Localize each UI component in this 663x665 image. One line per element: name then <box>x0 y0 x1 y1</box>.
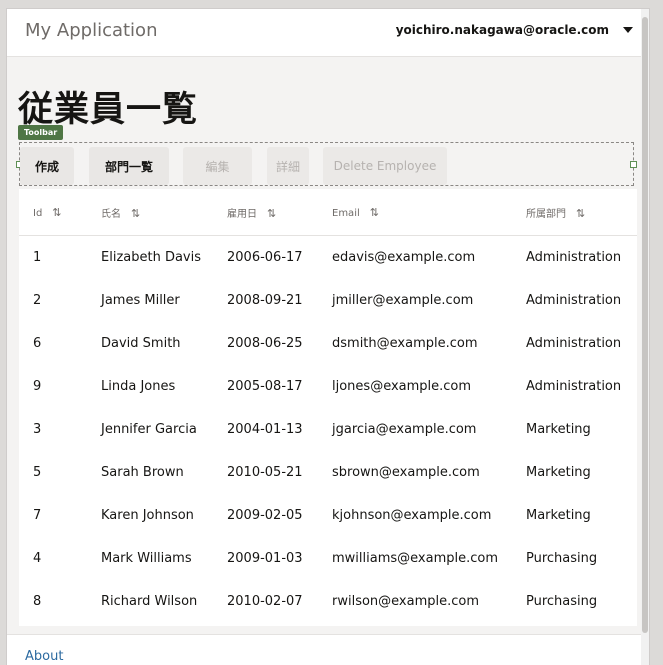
column-header-department[interactable]: 所属部門 ⇅ <box>526 189 637 236</box>
user-email: yoichiro.nakagawa@oracle.com <box>395 23 609 37</box>
cell-name: Mark Williams <box>101 551 192 566</box>
cell-name: James Miller <box>101 293 180 308</box>
column-header-label: Id <box>33 207 43 219</box>
toolbar: 作成 部門一覧 編集 詳細 Delete Employee <box>16 142 637 186</box>
cell-hire-date: 2010-02-07 <box>227 594 303 609</box>
cell-name: Richard Wilson <box>101 594 198 609</box>
column-header-name[interactable]: 氏名 ⇅ <box>101 189 227 236</box>
cell-email: rwilson@example.com <box>332 594 480 609</box>
employee-table: Id ⇅ 氏名 ⇅ 雇用日 ⇅ Email ⇅ 所属部門 ⇅ 1 Elizabeth Da… <box>19 189 637 626</box>
table-row[interactable]: 2 James Miller 2008-09-21 jmiller@exampl… <box>19 279 637 322</box>
resize-handle-right[interactable] <box>630 161 637 168</box>
cell-department: Administration <box>526 293 622 308</box>
sort-arrows-icon[interactable]: ⇅ <box>52 206 61 219</box>
app-title: My Application <box>25 20 158 41</box>
details-button[interactable]: 詳細 <box>267 147 309 185</box>
cell-email: edavis@example.com <box>332 250 476 265</box>
cell-department: Purchasing <box>526 594 598 609</box>
sort-arrows-icon[interactable]: ⇅ <box>267 207 276 220</box>
user-menu[interactable]: yoichiro.nakagawa@oracle.com <box>396 23 633 37</box>
column-header-label: 所属部門 <box>526 208 566 220</box>
table-row[interactable]: 5 Sarah Brown 2010-05-21 sbrown@example.… <box>19 451 637 494</box>
cell-id: 1 <box>33 250 42 265</box>
cell-hire-date: 2004-01-13 <box>227 422 303 437</box>
column-header-id[interactable]: Id ⇅ <box>19 189 101 236</box>
sort-arrows-icon[interactable]: ⇅ <box>131 207 140 220</box>
cell-name: Karen Johnson <box>101 508 194 523</box>
cell-hire-date: 2008-09-21 <box>227 293 303 308</box>
cell-email: dsmith@example.com <box>332 336 478 351</box>
cell-hire-date: 2009-02-05 <box>227 508 303 523</box>
table-row[interactable]: 3 Jennifer Garcia 2004-01-13 jgarcia@exa… <box>19 408 637 451</box>
table-row[interactable]: 6 David Smith 2008-06-25 dsmith@example.… <box>19 322 637 365</box>
cell-department: Purchasing <box>526 551 598 566</box>
app-footer: About <box>7 634 649 665</box>
column-header-label: Email <box>332 207 360 219</box>
cell-hire-date: 2009-01-03 <box>227 551 303 566</box>
table-row[interactable]: 7 Karen Johnson 2009-02-05 kjohnson@exam… <box>19 494 637 537</box>
cell-id: 7 <box>33 508 42 523</box>
cell-email: mwilliams@example.com <box>332 551 498 566</box>
scrollbar-thumb[interactable] <box>642 17 648 633</box>
column-header-email[interactable]: Email ⇅ <box>332 189 526 236</box>
cell-hire-date: 2010-05-21 <box>227 465 303 480</box>
cell-id: 4 <box>33 551 42 566</box>
sort-arrows-icon[interactable]: ⇅ <box>576 207 585 220</box>
create-button[interactable]: 作成 <box>20 147 74 185</box>
cell-email: jgarcia@example.com <box>332 422 477 437</box>
cell-department: Administration <box>526 250 622 265</box>
column-header-label: 雇用日 <box>227 208 257 220</box>
table-row[interactable]: 8 Richard Wilson 2010-02-07 rwilson@exam… <box>19 580 637 623</box>
column-header-label: 氏名 <box>101 208 121 220</box>
cell-hire-date: 2005-08-17 <box>227 379 303 394</box>
cell-email: sbrown@example.com <box>332 465 480 480</box>
table-row[interactable]: 1 Elizabeth Davis 2006-06-17 edavis@exam… <box>19 236 637 280</box>
cell-id: 6 <box>33 336 42 351</box>
cell-name: Linda Jones <box>101 379 176 394</box>
departments-button[interactable]: 部門一覧 <box>89 147 169 185</box>
toolbar-tag: Toolbar <box>18 125 64 140</box>
cell-department: Marketing <box>526 465 591 480</box>
cell-department: Marketing <box>526 422 591 437</box>
delete-employee-button[interactable]: Delete Employee <box>323 147 447 185</box>
cell-id: 8 <box>33 594 42 609</box>
column-header-hire-date[interactable]: 雇用日 ⇅ <box>227 189 332 236</box>
cell-id: 3 <box>33 422 42 437</box>
cell-hire-date: 2006-06-17 <box>227 250 303 265</box>
cell-id: 5 <box>33 465 42 480</box>
about-link[interactable]: About <box>25 649 63 664</box>
cell-department: Administration <box>526 336 622 351</box>
cell-email: ljones@example.com <box>332 379 472 394</box>
cell-email: jmiller@example.com <box>332 293 474 308</box>
cell-hire-date: 2008-06-25 <box>227 336 303 351</box>
cell-department: Marketing <box>526 508 591 523</box>
chevron-down-icon[interactable] <box>623 27 633 33</box>
sort-arrows-icon[interactable]: ⇅ <box>370 206 379 219</box>
cell-name: Sarah Brown <box>101 465 184 480</box>
cell-name: Elizabeth Davis <box>101 250 202 265</box>
vertical-scrollbar[interactable] <box>641 9 649 665</box>
table-row[interactable]: 4 Mark Williams 2009-01-03 mwilliams@exa… <box>19 537 637 580</box>
cell-id: 2 <box>33 293 42 308</box>
cell-name: Jennifer Garcia <box>101 422 197 437</box>
table-header-row: Id ⇅ 氏名 ⇅ 雇用日 ⇅ Email ⇅ 所属部門 ⇅ <box>19 189 637 236</box>
cell-id: 9 <box>33 379 42 394</box>
cell-department: Administration <box>526 379 622 394</box>
table-row[interactable]: 9 Linda Jones 2005-08-17 ljones@example.… <box>19 365 637 408</box>
browser-frame: My Application yoichiro.nakagawa@oracle.… <box>0 0 663 665</box>
cell-name: David Smith <box>101 336 181 351</box>
app-window: My Application yoichiro.nakagawa@oracle.… <box>6 8 650 665</box>
cell-email: kjohnson@example.com <box>332 508 492 523</box>
edit-button[interactable]: 編集 <box>183 147 252 185</box>
app-header: My Application yoichiro.nakagawa@oracle.… <box>7 9 649 57</box>
